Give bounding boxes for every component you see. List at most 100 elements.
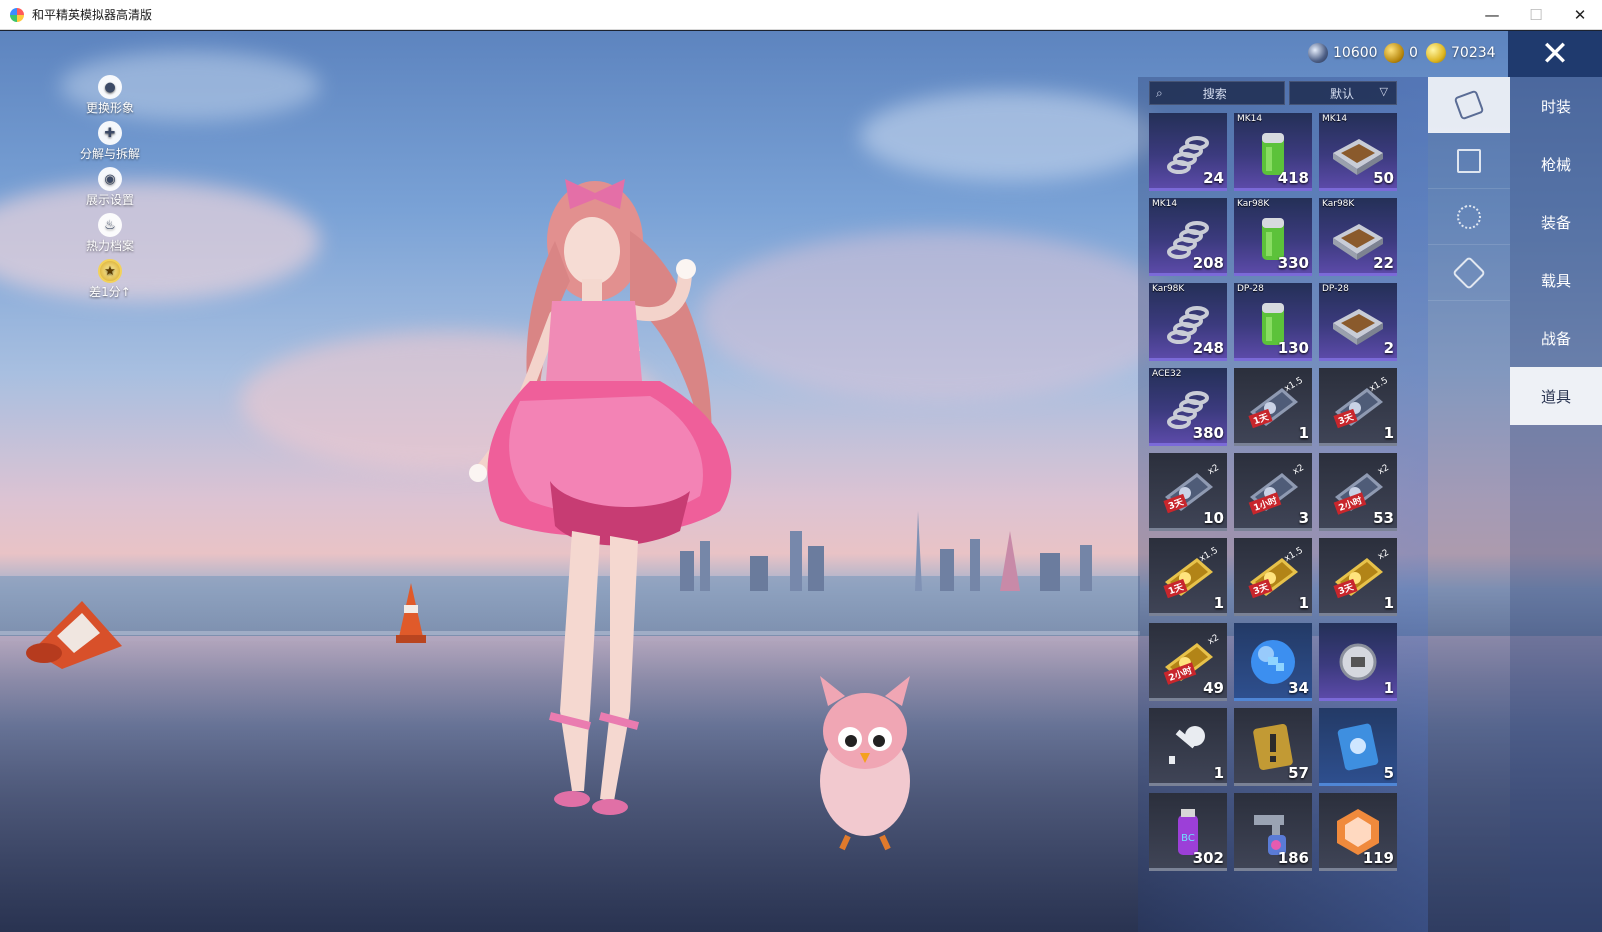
side-item-rank[interactable]: ★ 差1分↑ [70,259,150,305]
slot-weapon-label: ACE32 [1152,369,1182,379]
category-column: 时装 枪械 装备 载具 战备 道具 [1510,77,1602,932]
inventory-slot[interactable]: 24 [1149,113,1227,191]
search-input[interactable]: ⌕ 搜索 [1149,81,1285,105]
inventory-slot[interactable]: 186 [1234,793,1312,871]
slot-count: 57 [1288,764,1309,782]
inventory-slot[interactable]: 3天 x1.5 1 [1319,368,1397,446]
close-icon: ✕ [1540,34,1570,74]
side-item-display-settings[interactable]: ◉ 展示设置 [70,167,150,213]
currency-value: 70234 [1451,45,1496,61]
inventory-slot[interactable]: 57 [1234,708,1312,786]
inventory-slot[interactable]: DP-28 2 [1319,283,1397,361]
inventory-slot[interactable]: ACE32 380 [1149,368,1227,446]
slot-weapon-label: Kar98K [1322,199,1355,209]
tab-vehicles[interactable]: 载具 [1510,251,1602,309]
slot-count: 330 [1277,254,1309,272]
inventory-slot[interactable]: 1天 x1.5 1 [1234,368,1312,446]
inventory-slot[interactable]: 34 [1234,623,1312,701]
currency-value: 10600 [1333,45,1378,61]
slot-weapon-label: Kar98K [1237,199,1270,209]
slot-count: 22 [1373,254,1394,272]
tab-battle-prep[interactable]: 战备 [1510,309,1602,367]
currency-silver: 10600 [1308,43,1378,63]
close-panel-button[interactable]: ✕ [1508,31,1602,77]
inventory-slot[interactable]: 119 [1319,793,1397,871]
traffic-cone [26,601,122,669]
game-viewport: ● 更换形象 ✚ 分解与拆解 ◉ 展示设置 ♨ 热力档案 ★ 差1分↑ 1060… [0,31,1602,932]
slot-count: 5 [1383,764,1394,782]
slot-count: 119 [1362,849,1394,867]
inventory-slot[interactable]: Kar98K 22 [1319,198,1397,276]
tab-items[interactable]: 道具 [1510,367,1602,425]
cloud [700,231,1180,401]
slot-count: 1 [1383,424,1394,442]
coupon-coin-icon [1426,43,1446,63]
inventory-slot[interactable]: DP-28 130 [1234,283,1312,361]
minimize-button[interactable]: — [1470,0,1514,30]
inventory-slot[interactable]: MK14 418 [1234,113,1312,191]
currency-coupon: 70234 [1426,43,1496,63]
sort-dropdown[interactable]: 默认 ▽ [1289,81,1397,105]
cloud [0,181,320,301]
crate-icon [1331,297,1385,347]
side-item-label: 热力档案 [85,239,134,253]
svg-text:BC: BC [1181,833,1195,844]
window-close-button[interactable]: ✕ [1558,0,1602,30]
cloud [860,91,1160,181]
tab-firearms[interactable]: 枪械 [1510,135,1602,193]
maximize-button[interactable]: ☐ [1514,0,1558,30]
slot-count: 130 [1277,339,1309,357]
sort-label: 默认 [1330,86,1355,101]
inventory-slot[interactable]: 2小时 x2 53 [1319,453,1397,531]
slot-count: 1 [1213,594,1224,612]
slot-count: 10 [1203,509,1224,527]
tab-fashion[interactable]: 时装 [1510,77,1602,135]
slot-count: 34 [1288,679,1309,697]
side-menu: ● 更换形象 ✚ 分解与拆解 ◉ 展示设置 ♨ 热力档案 ★ 差1分↑ [70,75,150,305]
tab-chest[interactable] [1428,133,1510,189]
inventory-slot[interactable]: 5 [1319,708,1397,786]
silver-coin-icon [1308,43,1328,63]
inventory-slot[interactable]: 2小时 x2 49 [1149,623,1227,701]
slot-count: 1 [1298,424,1309,442]
slot-count: 1 [1213,764,1224,782]
card-tab-icon [1453,89,1485,120]
slot-weapon-label: Kar98K [1152,284,1185,294]
slot-count: 1 [1298,594,1309,612]
app-logo-icon [10,7,24,22]
side-item-heat-archive[interactable]: ♨ 热力档案 [70,213,150,259]
side-item-label: 更换形象 [85,101,134,115]
inventory-slot[interactable]: 3天 x2 10 [1149,453,1227,531]
key-icon [1161,722,1215,772]
slot-count: 418 [1277,169,1309,187]
blue-card-icon [1331,722,1385,772]
inventory-slot[interactable]: MK14 208 [1149,198,1227,276]
inventory-slot[interactable]: 1天 x1.5 1 [1149,538,1227,616]
pet-companion [820,676,910,851]
inventory-slot[interactable]: 1 [1319,623,1397,701]
side-item-decompose[interactable]: ✚ 分解与拆解 [70,121,150,167]
currency-token: 0 [1384,43,1418,63]
icon-tab-column [1428,77,1510,932]
search-placeholder: 搜索 [1202,86,1227,101]
inventory-slot[interactable]: 1小时 x2 3 [1234,453,1312,531]
inventory-slot[interactable]: 3天 x2 1 [1319,538,1397,616]
person-icon: ● [98,75,122,99]
player-character [469,179,732,815]
inventory-slot[interactable]: 3天 x1.5 1 [1234,538,1312,616]
slot-count: 380 [1192,424,1224,442]
inventory-slot[interactable]: Kar98K 248 [1149,283,1227,361]
inventory-slot[interactable]: Kar98K 330 [1234,198,1312,276]
tab-ticket[interactable] [1428,245,1510,301]
inventory-slot[interactable]: MK14 50 [1319,113,1397,191]
slot-count: 24 [1203,169,1224,187]
tab-equipment[interactable]: 装备 [1510,193,1602,251]
side-item-change-appearance[interactable]: ● 更换形象 [70,75,150,121]
slot-count: 1 [1383,594,1394,612]
tab-firework[interactable] [1428,189,1510,245]
traffic-cone [396,583,426,643]
tab-card[interactable] [1428,77,1510,133]
window-titlebar: 和平精英模拟器高清版 — ☐ ✕ [0,0,1602,30]
inventory-slot[interactable]: BC 302 [1149,793,1227,871]
inventory-slot[interactable]: 1 [1149,708,1227,786]
